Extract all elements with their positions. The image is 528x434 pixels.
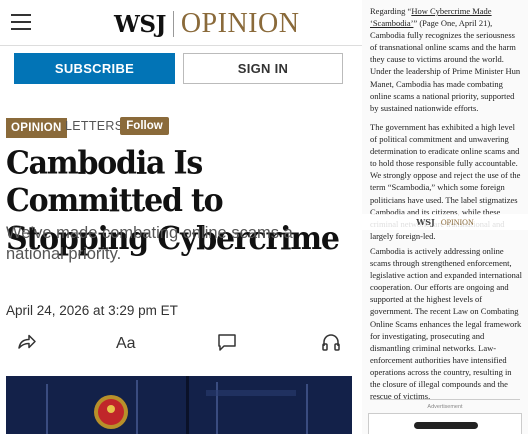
headline-line-1: Cambodia Is Committed to xyxy=(6,145,224,220)
share-icon[interactable] xyxy=(16,331,38,353)
letter-paragraph-1: Regarding “How Cybercrime Made ‘Scambodi… xyxy=(370,5,522,114)
wsj-logo[interactable]: WSJ xyxy=(114,11,166,38)
overlay-opinion-logo[interactable]: OPINION xyxy=(441,218,474,227)
opinion-tag[interactable]: OPINION xyxy=(6,118,67,138)
menu-icon[interactable] xyxy=(11,14,31,30)
article-subheadline: We’ve made combating online scams a nati… xyxy=(6,224,293,263)
masthead[interactable]: WSJ OPINION xyxy=(114,8,299,40)
comments-icon[interactable] xyxy=(216,331,238,353)
article-hero-image xyxy=(6,376,352,434)
advertisement-label: Advertisement xyxy=(427,404,463,410)
subscribe-button[interactable]: SUBSCRIBE xyxy=(14,53,175,84)
letter-text-panel: Regarding “How Cybercrime Made ‘Scambodi… xyxy=(362,0,528,434)
article-dateline: April 24, 2026 at 3:29 pm ET xyxy=(6,303,178,318)
ad-divider xyxy=(370,399,520,400)
letters-category[interactable]: LETTERS xyxy=(65,119,123,133)
text-size-icon[interactable]: Aa xyxy=(116,331,140,353)
letter-p1-prefix: Regarding “ xyxy=(370,6,412,16)
header-divider xyxy=(0,45,362,46)
article-panel: WSJ OPINION SUBSCRIBE SIGN IN OPINION LE… xyxy=(0,0,362,434)
sign-in-button[interactable]: SIGN IN xyxy=(183,53,343,84)
letter-p1-body: ” (Page One, April 21), Cambodia fully r… xyxy=(370,18,521,113)
article-toolbar: Aa xyxy=(0,327,362,355)
ad-content[interactable] xyxy=(414,422,478,429)
headphones-icon[interactable] xyxy=(320,331,342,353)
masthead-divider xyxy=(172,11,174,37)
overlay-wsj-logo[interactable]: WSJ xyxy=(416,217,435,227)
sticky-masthead-overlay[interactable]: WSJ OPINION xyxy=(362,214,528,230)
svg-text:Aa: Aa xyxy=(116,335,136,352)
opinion-section-logo[interactable]: OPINION xyxy=(181,8,300,40)
follow-button[interactable]: Follow xyxy=(120,117,169,135)
letter-paragraph-3: Cambodia is actively addressing online s… xyxy=(370,246,522,402)
advertisement-box[interactable] xyxy=(368,413,522,434)
